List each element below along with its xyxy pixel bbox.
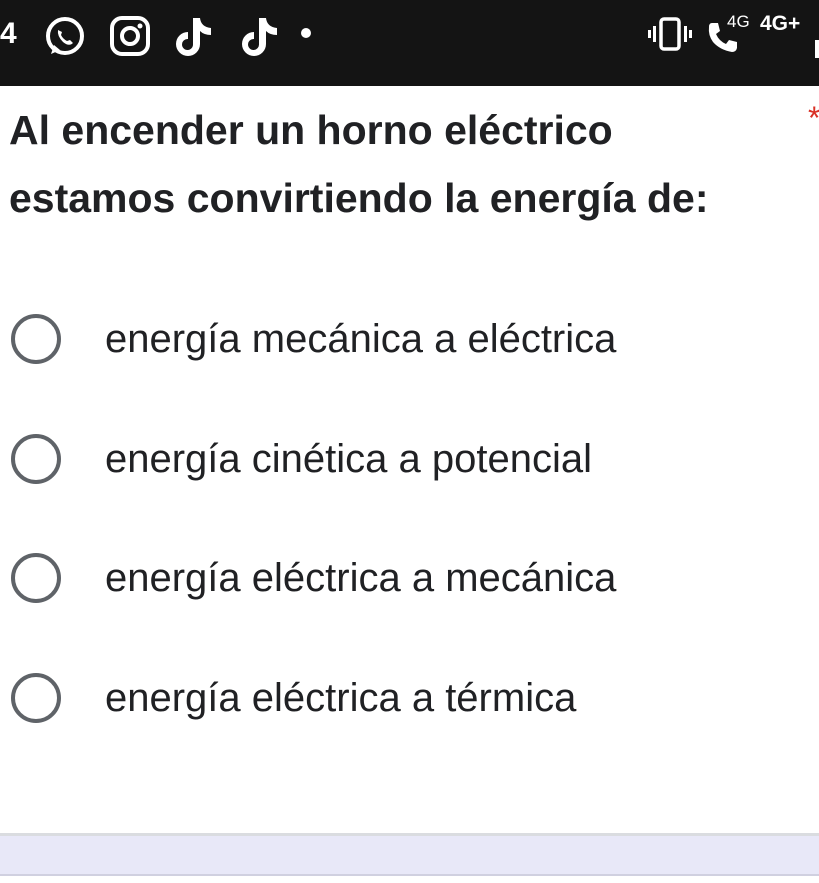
- network-indicator: 4G+: [760, 12, 801, 35]
- option-label: energía cinética a potencial: [105, 437, 592, 481]
- option-label: energía eléctrica a mecánica: [105, 556, 617, 600]
- option-electrica-mecanica[interactable]: energía eléctrica a mecánica: [8, 546, 798, 616]
- whatsapp-icon: [42, 14, 88, 65]
- radio-button[interactable]: [11, 314, 61, 364]
- notification-dot: [301, 28, 311, 38]
- battery-icon: [815, 40, 819, 58]
- tiktok-icon: [173, 14, 217, 65]
- option-cinetica-potencial[interactable]: energía cinética a potencial: [8, 427, 798, 497]
- next-question-card-edge: [0, 836, 819, 874]
- instagram-icon: [108, 14, 152, 63]
- option-electrica-termica[interactable]: energía eléctrica a térmica: [8, 666, 798, 736]
- option-label: energía mecánica a eléctrica: [105, 317, 617, 361]
- network-indicator-small: 4G: [727, 12, 750, 31]
- tiktok-icon: [239, 14, 283, 65]
- required-asterisk: *: [808, 98, 819, 138]
- option-mecanica-electrica[interactable]: energía mecánica a eléctrica: [8, 307, 798, 377]
- question-title: Al encender un horno eléctrico estamos c…: [9, 107, 709, 221]
- radio-button[interactable]: [11, 673, 61, 723]
- status-time: 4: [0, 17, 17, 50]
- option-label: energía eléctrica a térmica: [105, 676, 577, 720]
- vibrate-icon: [648, 16, 692, 57]
- radio-button[interactable]: [11, 434, 61, 484]
- divider: [0, 874, 819, 876]
- radio-button[interactable]: [11, 553, 61, 603]
- status-bar: 4 4G 4G+: [0, 0, 819, 86]
